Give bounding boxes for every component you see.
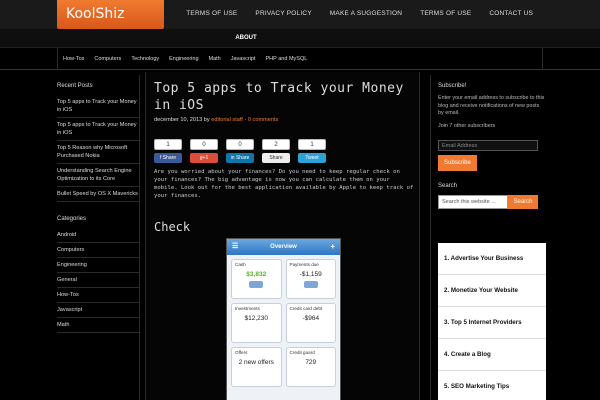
about-bar [0, 29, 600, 48]
app-card-value: $12,230 [244, 315, 269, 322]
cat-computers[interactable]: Computers [89, 48, 126, 70]
search-form: Search this website ... Search [438, 195, 545, 209]
post-subheading: Check [154, 220, 191, 234]
category-item[interactable]: General [57, 273, 139, 288]
post-meta-separator: · [244, 117, 247, 123]
menu-icon: ☰ [232, 243, 239, 250]
app-card-label: Credit card debt [289, 306, 323, 311]
app-card-value: 2 new offers [238, 359, 274, 366]
app-card-value: -$964 [302, 315, 320, 322]
categories-title: Categories [57, 216, 87, 222]
featured-link[interactable]: 2. Monetize Your Website [438, 275, 546, 307]
share-buttons: 1 f Share 0 g+1 0 in Share 2 Share 1 Tweet [154, 139, 326, 163]
category-item[interactable]: Engineering [57, 258, 139, 273]
post-comments-link[interactable]: 0 comments [248, 117, 278, 123]
subscribe-title: Subscribe! [438, 83, 467, 89]
app-card-label: Payments due [289, 262, 319, 267]
nav-terms-of-use[interactable]: TERMS OF USE [177, 0, 246, 29]
site-logo[interactable]: KoolShiz [57, 0, 164, 29]
cat-javascript[interactable]: Javascript [226, 48, 261, 70]
generic-share-button[interactable]: Share [262, 153, 290, 163]
app-card: Credit guard 729 [285, 347, 336, 387]
post-by: by [203, 117, 210, 123]
share-count: 2 [262, 139, 290, 150]
app-card-grid: Cash $3,832 Payments due -$1,159 Investmen… [227, 255, 340, 391]
app-card-value: 729 [305, 359, 317, 366]
top-header-bar: KoolShiz TERMS OF USE PRIVACY POLICY MAK… [0, 0, 600, 29]
category-item[interactable]: Math [57, 318, 139, 333]
post-title[interactable]: Top 5 apps to Track your Money in iOS [146, 72, 419, 114]
subscribe-description: Enter your email address to subscribe to… [438, 95, 545, 116]
plus-icon: + [330, 242, 335, 251]
featured-link[interactable]: 3. Top 5 Internet Providers [438, 307, 546, 339]
recent-post-item[interactable]: Top 5 apps to Track your Money in iOS [57, 118, 139, 141]
subscribe-button[interactable]: Subscribe [438, 155, 477, 171]
cat-technology[interactable]: Technology [126, 48, 164, 70]
nav-make-a-suggestion[interactable]: MAKE A SUGGESTION [321, 0, 411, 29]
nav-terms-of-use-2[interactable]: TERMS OF USE [411, 0, 480, 29]
recent-posts-list: Top 5 apps to Track your Money in iOS To… [57, 95, 139, 202]
category-item[interactable]: Javascript [57, 303, 139, 318]
cat-math[interactable]: Math [204, 48, 226, 70]
subscriber-count: Join 7 other subscribers [438, 122, 496, 129]
app-card-label: Cash [235, 262, 246, 267]
share-count: 1 [298, 139, 326, 150]
calendar-icon [303, 281, 318, 288]
app-card: Payments due -$1,159 [285, 259, 336, 299]
featured-links-box: 1. Advertise Your Business 2. Monetize Y… [438, 243, 546, 400]
share-count: 0 [226, 139, 254, 150]
right-sidebar: Subscribe! Enter your email address to s… [430, 75, 546, 400]
recent-post-item[interactable]: Top 5 Reason why Microsoft Purchased Nok… [57, 141, 139, 164]
app-screenshot: ☰ Overview + Cash $3,832 Payments due -$1,… [226, 238, 341, 400]
top-navigation: TERMS OF USE PRIVACY POLICY MAKE A SUGGE… [177, 0, 542, 29]
app-card-value: $3,832 [246, 271, 267, 278]
cash-icon [249, 281, 264, 288]
app-header-title: Overview [270, 244, 297, 250]
category-navigation: How-Tos Computers Technology Engineering… [0, 48, 600, 70]
search-button[interactable]: Search [508, 195, 538, 209]
categories-list: Android Computers Engineering General Ho… [57, 228, 139, 333]
nav-about[interactable]: ABOUT [225, 29, 267, 48]
app-card: Credit card debt -$964 [285, 303, 336, 343]
app-card: Cash $3,832 [231, 259, 282, 299]
nav-privacy-policy[interactable]: PRIVACY POLICY [246, 0, 320, 29]
category-item[interactable]: Android [57, 228, 139, 243]
main-content: Top 5 apps to Track your Money in iOS de… [145, 72, 420, 400]
share-count: 0 [190, 139, 218, 150]
cat-engineering[interactable]: Engineering [164, 48, 203, 70]
tweet-button[interactable]: Tweet [298, 153, 326, 163]
featured-link[interactable]: 1. Advertise Your Business [438, 243, 546, 275]
post-meta: december 10, 2013 by editorial staff · 0… [146, 114, 419, 123]
search-input[interactable]: Search this website ... [438, 195, 508, 209]
recent-post-item[interactable]: Understanding Search Engine Optimization… [57, 164, 139, 187]
app-card-label: Offers [235, 350, 248, 355]
google-plus-button[interactable]: g+1 [190, 153, 218, 163]
app-card-label: Credit guard [289, 350, 315, 355]
featured-link[interactable]: 5. SEO Marketing Tips [438, 371, 546, 400]
app-card: Offers 2 new offers [231, 347, 282, 387]
recent-post-item[interactable]: Bullet Speed by OS X Mavericks [57, 187, 139, 202]
linkedin-share-button[interactable]: in Share [226, 153, 254, 163]
search-title: Search [438, 183, 458, 189]
post-body: Are you worried about your finances? Do … [154, 169, 414, 199]
category-item[interactable]: How-Tos [57, 288, 139, 303]
app-card-label: Investments [235, 306, 260, 311]
recent-posts-title: Recent Posts [57, 83, 93, 89]
nav-contact-us[interactable]: CONTACT US [480, 0, 542, 29]
post-date: december 10, 2013 [154, 117, 203, 123]
app-card-value: -$1,159 [299, 271, 322, 278]
featured-link[interactable]: 4. Create a Blog [438, 339, 546, 371]
facebook-share-button[interactable]: f Share [154, 153, 182, 163]
email-field[interactable]: Email Address [438, 140, 538, 151]
left-sidebar: Recent Posts Top 5 apps to Track your Mo… [57, 75, 140, 400]
app-card: Investments $12,230 [231, 303, 282, 343]
category-item[interactable]: Computers [57, 243, 139, 258]
recent-post-item[interactable]: Top 5 apps to Track your Money in iOS [57, 95, 139, 118]
share-count: 1 [154, 139, 182, 150]
app-header: ☰ Overview + [227, 239, 340, 255]
post-author[interactable]: editorial staff [211, 117, 243, 123]
cat-php-mysql[interactable]: PHP and MySQL [261, 48, 313, 70]
cat-how-tos[interactable]: How-Tos [58, 48, 89, 70]
